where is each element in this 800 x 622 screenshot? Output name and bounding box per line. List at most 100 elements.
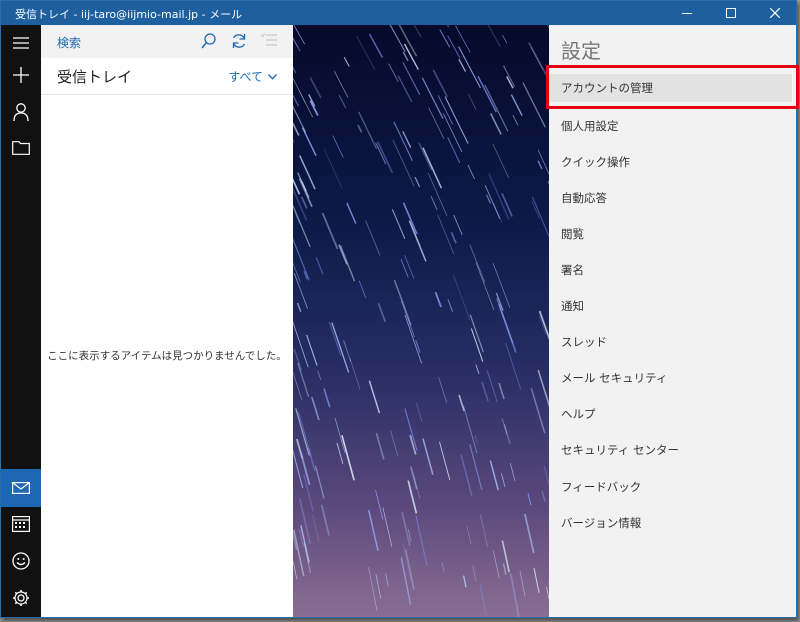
settings-item-auto-reply[interactable]: 自動応答: [561, 190, 607, 206]
star-trail-streak: [481, 381, 489, 402]
star-trail-streak: [341, 435, 355, 481]
settings-item-threads[interactable]: スレッド: [561, 334, 607, 350]
search-bar: 検索: [41, 25, 293, 58]
star-trail-streak: [439, 29, 451, 48]
star-trail-streak: [489, 460, 499, 491]
star-trail-streak: [488, 173, 510, 220]
star-trail-streak: [489, 113, 502, 135]
calendar-button[interactable]: [1, 506, 41, 542]
star-trail-streak: [533, 567, 540, 593]
star-trail-streak: [413, 25, 422, 38]
star-trail-streak: [295, 408, 310, 456]
minimize-button[interactable]: [670, 1, 704, 25]
star-trail-streak: [298, 178, 313, 208]
settings-item-mail-security[interactable]: メール セキュリティ: [561, 370, 667, 386]
settings-item-personalization[interactable]: 個人用設定: [561, 118, 619, 134]
star-trail-streak: [409, 466, 418, 490]
star-trail-streak: [447, 299, 454, 312]
star-trail-streak: [338, 94, 347, 109]
star-trail-streak: [428, 107, 445, 139]
star-trail-streak: [343, 340, 352, 362]
star-trail-streak: [294, 212, 301, 224]
close-button[interactable]: [758, 1, 792, 25]
star-trail-streak: [527, 493, 532, 506]
star-trail-streak: [434, 291, 442, 308]
accounts-button[interactable]: [1, 94, 41, 130]
star-trail-streak: [414, 176, 421, 188]
star-trail-streak: [453, 214, 463, 235]
settings-item-quick-actions[interactable]: クイック操作: [561, 154, 630, 170]
star-trail-streak: [486, 370, 498, 403]
star-trail-streak: [338, 244, 348, 265]
star-trail-streak: [496, 298, 514, 344]
star-trail-streak: [541, 490, 546, 502]
star-trail-streak: [509, 463, 516, 481]
star-trail-streak: [309, 77, 322, 99]
star-trail-streak: [296, 302, 302, 313]
star-trail-streak: [438, 376, 448, 404]
chevron-down-icon: [268, 73, 277, 80]
star-trail-streak: [415, 515, 428, 567]
filter-label: すべて: [228, 70, 263, 84]
star-trail-streak: [349, 358, 361, 390]
star-trail-streak: [393, 121, 413, 162]
title-bar: 受信トレイ - iij-taro@iijmio-mail.jp - メール: [1, 1, 796, 25]
star-trail-streak: [333, 70, 349, 98]
star-trail-streak: [404, 314, 422, 364]
selection-mode-icon[interactable]: [261, 33, 277, 47]
settings-pane: 設定 アカウントの管理 個人用設定 クイック操作 自動応答 閲覧 署名 通知 ス…: [549, 25, 796, 617]
settings-item-signature[interactable]: 署名: [561, 262, 584, 278]
star-trail-streak: [462, 575, 467, 588]
star-trail-streak: [453, 274, 471, 320]
calendar-icon: [12, 516, 30, 532]
search-input[interactable]: 検索: [57, 34, 81, 51]
star-trail-streak: [418, 142, 433, 171]
star-trail-streak: [530, 388, 546, 434]
star-trail-streak: [357, 124, 363, 133]
star-trail-streak: [293, 449, 304, 489]
star-trail-streak: [375, 574, 382, 599]
star-trail-streak: [472, 565, 477, 582]
settings-item-notifications[interactable]: 通知: [561, 298, 584, 314]
star-trail-streak: [402, 130, 412, 148]
filter-dropdown[interactable]: すべて: [228, 68, 277, 85]
settings-button[interactable]: [1, 580, 41, 616]
star-trail-streak: [293, 36, 301, 52]
settings-item-security-center[interactable]: セキュリティ センター: [561, 442, 679, 458]
star-trail-streak: [410, 223, 421, 246]
settings-item-feedback[interactable]: フィードバック: [561, 479, 641, 495]
star-trail-streak: [368, 510, 379, 551]
window-title: 受信トレイ - iij-taro@iijmio-mail.jp - メール: [15, 8, 243, 21]
star-trail-streak: [447, 137, 461, 164]
star-trail-streak: [437, 214, 455, 255]
minimize-icon: [682, 12, 692, 14]
star-trail-streak: [479, 584, 487, 617]
folders-button[interactable]: [1, 130, 41, 166]
star-trail-streak: [368, 380, 381, 414]
search-icon[interactable]: [201, 33, 216, 49]
plus-icon: [13, 67, 29, 83]
feedback-button[interactable]: [1, 543, 41, 579]
sync-icon[interactable]: [231, 33, 247, 49]
star-trail-streak: [309, 100, 319, 116]
star-trail-streak: [430, 195, 438, 211]
star-trail-streak: [469, 244, 486, 283]
star-trail-streak: [293, 348, 303, 371]
star-trail-streak: [538, 310, 549, 341]
mail-button[interactable]: [1, 469, 41, 507]
app-nav-bar: [1, 25, 41, 617]
new-mail-button[interactable]: [1, 57, 41, 93]
star-trail-streak: [468, 94, 477, 110]
hamburger-menu-button[interactable]: [1, 25, 41, 61]
star-trail-streak: [293, 66, 297, 74]
star-trail-streak: [368, 567, 378, 612]
settings-item-help[interactable]: ヘルプ: [561, 406, 596, 422]
maximize-button[interactable]: [714, 1, 748, 25]
settings-item-about[interactable]: バージョン情報: [561, 515, 641, 531]
star-trail-streak: [441, 562, 445, 572]
settings-item-reading[interactable]: 閲覧: [561, 226, 584, 242]
star-trail-streak: [524, 513, 535, 554]
star-trail-streak: [467, 164, 475, 180]
star-trail-streak: [437, 95, 454, 125]
star-trail-streak: [391, 208, 406, 240]
